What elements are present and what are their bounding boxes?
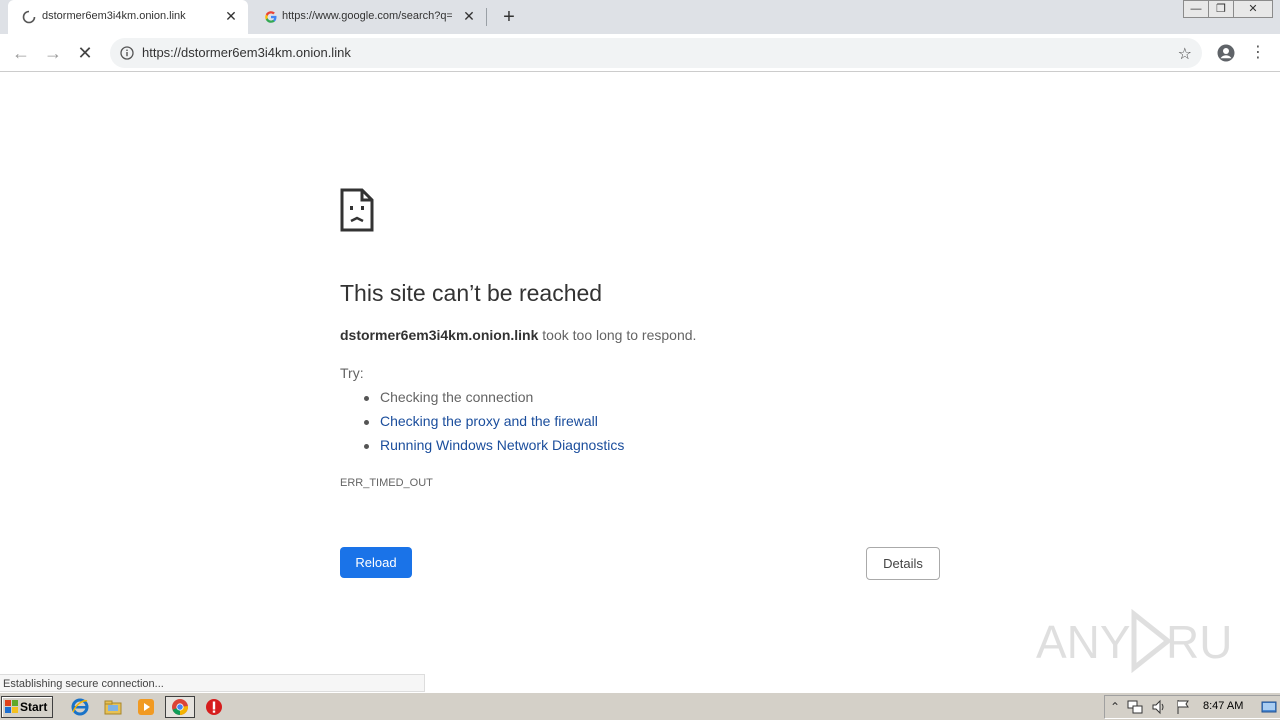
anyrun-watermark-logo: ANY RUN [1036,608,1236,674]
new-tab-button[interactable]: + [498,6,520,28]
error-host: dstormer6em3i4km.onion.link [340,327,539,343]
details-button[interactable]: Details [866,547,940,580]
tab-active[interactable]: dstormer6em3i4km.onion.link ✕ [8,0,248,34]
back-arrow-icon[interactable]: ← [10,42,32,64]
start-label: Start [20,700,48,714]
error-code: ERR_TIMED_OUT [340,477,433,489]
svg-text:RUN: RUN [1166,616,1236,668]
start-button[interactable]: Start [1,696,53,718]
stop-icon[interactable] [202,696,226,718]
suggestions-list: Checking the connection Checking the pro… [340,389,624,461]
reload-button[interactable]: Reload [340,547,412,578]
close-window-button[interactable]: ✕ [1233,0,1273,18]
show-desktop-icon[interactable] [1261,699,1277,715]
tab-title: dstormer6em3i4km.onion.link [42,10,186,22]
windows-logo-icon [5,700,18,713]
tab-separator [486,8,487,26]
loading-spinner-icon [22,10,36,24]
stop-loading-icon[interactable]: ✕ [74,42,96,64]
suggestion-check-connection: Checking the connection [340,389,624,413]
clock: 8:47 AM [1203,700,1244,712]
media-player-icon[interactable] [134,696,158,718]
tab-strip: dstormer6em3i4km.onion.link ✕ https://ww… [0,0,1280,34]
bookmark-star-icon[interactable]: ☆ [1178,44,1192,64]
sad-page-icon [340,188,374,232]
suggestion-network-diagnostics-link[interactable]: Running Windows Network Diagnostics [340,437,624,461]
network-icon[interactable] [1127,699,1143,715]
system-tray: ⌃ 8:47 AM [1104,695,1280,719]
ie-icon[interactable] [68,696,92,718]
browser-toolbar: ← → ✕ https://dstormer6em3i4km.onion.lin… [0,34,1280,72]
action-center-flag-icon[interactable] [1175,699,1191,715]
close-tab-icon[interactable]: ✕ [224,9,238,23]
close-tab-icon[interactable]: ✕ [462,9,476,23]
explorer-folder-icon[interactable] [101,696,125,718]
menu-dots-icon[interactable]: ⋮ [1247,42,1269,64]
status-bubble: Establishing secure connection... [0,674,425,692]
tab-title: https://www.google.com/search?q= [282,10,452,22]
try-label: Try: [340,365,364,381]
forward-arrow-icon[interactable]: → [42,42,64,64]
svg-text:ANY: ANY [1036,616,1131,668]
error-message: dstormer6em3i4km.onion.link took too lon… [340,327,696,343]
error-message-text: took too long to respond. [538,327,697,343]
show-hidden-icons-icon[interactable]: ⌃ [1107,699,1123,715]
restore-button[interactable]: ❐ [1208,0,1234,18]
windows-taskbar: Start ⌃ 8:47 AM [0,692,1280,720]
error-title: This site can’t be reached [340,280,603,306]
tab-google-search[interactable]: https://www.google.com/search?q= ✕ [250,0,486,34]
volume-icon[interactable] [1151,699,1167,715]
google-g-icon [265,11,277,23]
minimize-button[interactable]: — [1183,0,1209,18]
profile-icon[interactable] [1215,42,1237,64]
url-text: https://dstormer6em3i4km.onion.link [142,45,351,60]
suggestion-check-proxy-link[interactable]: Checking the proxy and the firewall [340,413,624,437]
chrome-icon[interactable] [165,696,195,718]
address-bar[interactable]: https://dstormer6em3i4km.onion.link ☆ [110,38,1202,68]
info-icon[interactable] [120,46,134,60]
